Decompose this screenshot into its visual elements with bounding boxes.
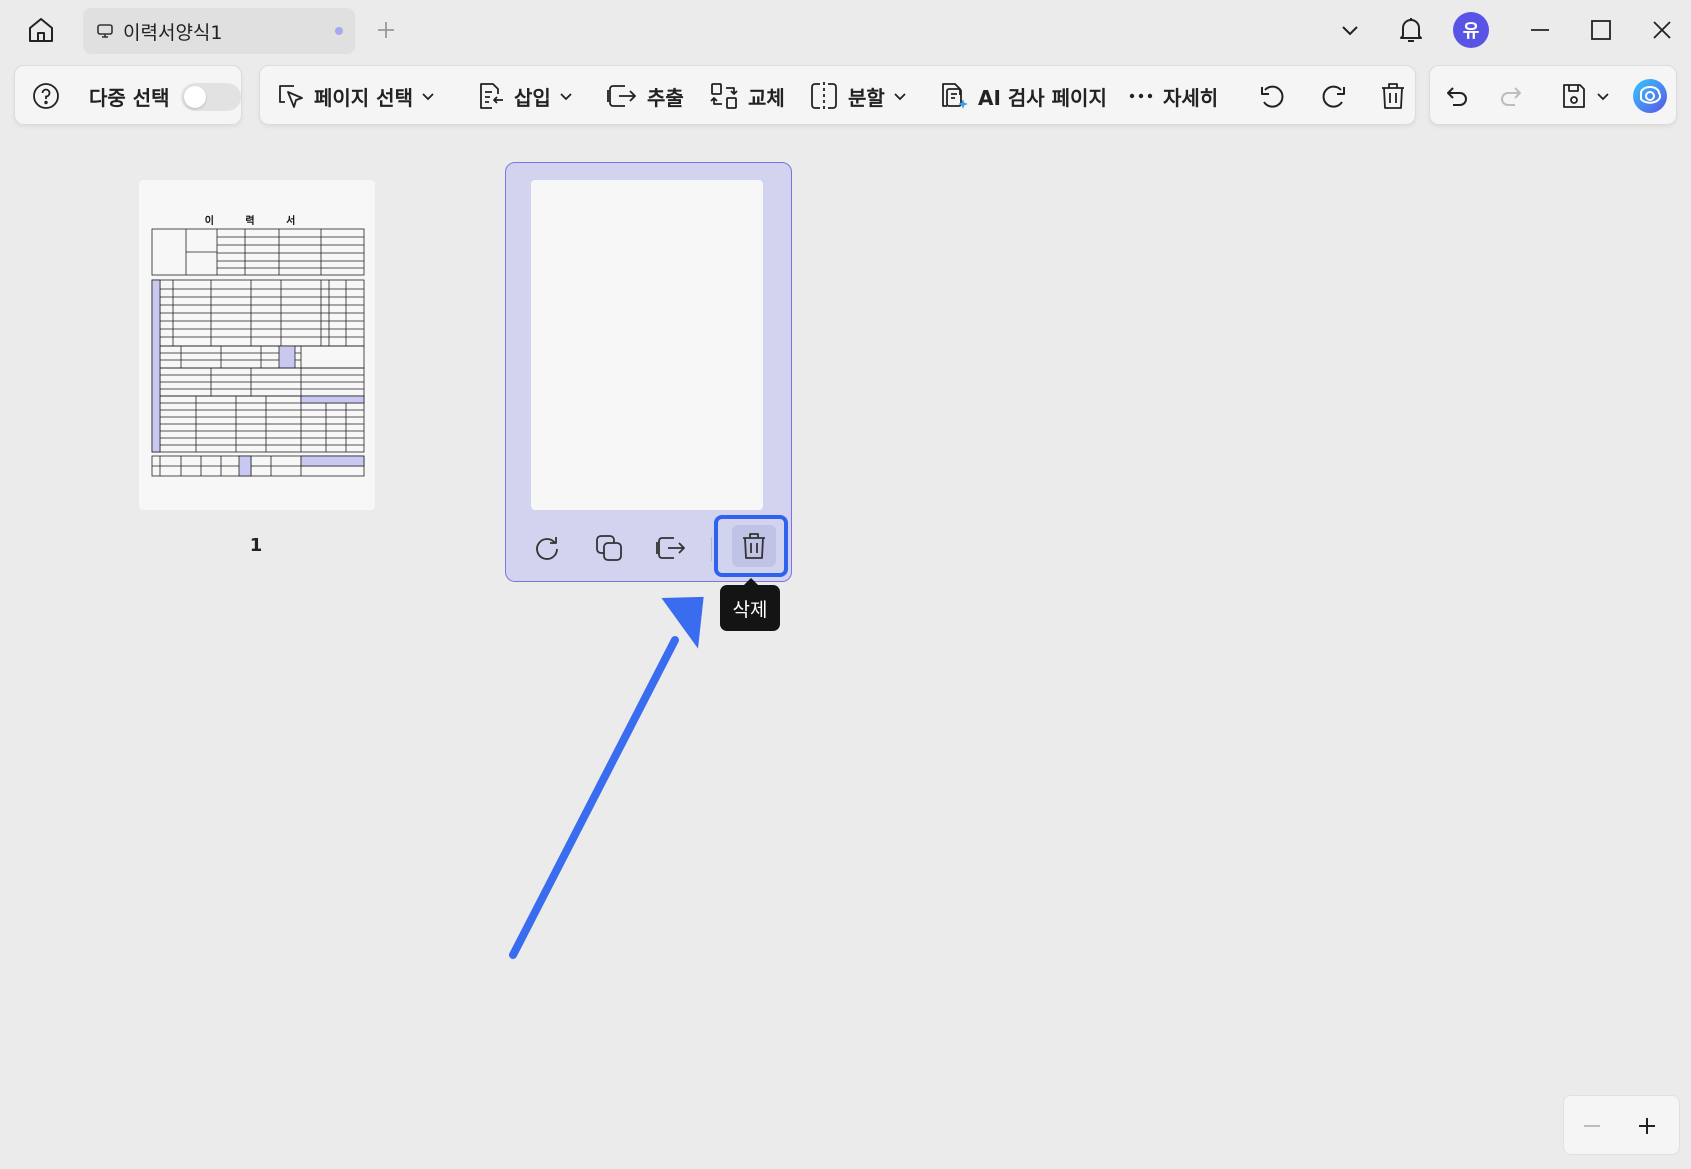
delete-hover-bg	[732, 525, 776, 567]
minimize-icon	[1531, 29, 1549, 31]
replace-button[interactable]: 교체	[708, 66, 785, 126]
unsaved-dot	[335, 27, 343, 35]
save-icon	[1563, 84, 1585, 108]
delete-page-button[interactable]	[714, 515, 788, 577]
chevron-down-icon[interactable]	[1596, 89, 1610, 103]
zoom-out-button[interactable]	[1576, 1110, 1608, 1142]
trash-icon	[1382, 83, 1404, 109]
home-icon	[29, 18, 53, 42]
help-button[interactable]	[31, 66, 61, 126]
delete-page-button[interactable]	[1378, 66, 1408, 126]
new-tab-button[interactable]	[370, 14, 402, 46]
zoom-controls	[1563, 1095, 1680, 1155]
more-label: 자세히	[1163, 85, 1219, 110]
ai-assistant-icon	[1633, 79, 1667, 113]
help-icon	[33, 83, 59, 109]
split-icon	[811, 82, 837, 110]
rotate-right-button[interactable]	[1318, 66, 1350, 126]
ai-assistant-button[interactable]	[1632, 66, 1668, 126]
card-separator	[711, 537, 712, 561]
extract-label: 추출	[647, 85, 684, 110]
delete-tooltip: 삭제	[720, 578, 780, 631]
page-thumbnail-2-selected[interactable]	[505, 162, 792, 582]
tab-list-button[interactable]	[1330, 12, 1370, 48]
rotate-page-button[interactable]	[522, 523, 572, 573]
bell-icon	[1400, 18, 1422, 42]
extract-button[interactable]: 추출	[605, 66, 684, 126]
insert-label: 삽입	[514, 85, 551, 110]
replace-label: 교체	[748, 85, 785, 110]
redo-icon	[1501, 87, 1521, 106]
chevron-down-icon	[560, 93, 572, 101]
tab-title: 이력서양식1	[123, 21, 223, 44]
split-label: 분할	[848, 85, 885, 110]
chevron-down-icon	[1342, 26, 1358, 36]
notification-button[interactable]	[1391, 12, 1431, 48]
toggle-knob	[184, 86, 206, 108]
more-dots-icon	[1129, 93, 1153, 99]
plus-icon	[1639, 1118, 1655, 1134]
close-button[interactable]	[1642, 12, 1682, 48]
page-number-1: 1	[249, 535, 263, 556]
split-button[interactable]: 분할	[808, 66, 907, 126]
monitor-icon	[97, 24, 113, 38]
rotate-left-icon	[1261, 85, 1284, 108]
doc-title: 이 력 서	[204, 216, 310, 227]
maximize-button[interactable]	[1581, 12, 1621, 48]
duplicate-page-button[interactable]	[584, 523, 634, 573]
page-select-label: 페이지 선택	[314, 85, 413, 110]
maximize-icon	[1591, 20, 1611, 40]
copy-icon	[596, 535, 622, 561]
redo-button[interactable]	[1498, 66, 1524, 126]
history-panel	[1429, 65, 1677, 125]
minimize-button[interactable]	[1520, 12, 1560, 48]
blank-page-preview	[531, 180, 763, 510]
cursor-select-icon	[279, 85, 303, 108]
page-tools-panel: 페이지 선택 삽입 추출 교체 분할 AI 검사 페이지 자세히	[259, 65, 1416, 125]
save-button[interactable]	[1560, 66, 1610, 126]
title-bar: 이력서양식1 유	[0, 0, 1691, 60]
user-avatar[interactable]: 유	[1453, 12, 1489, 48]
undo-icon	[1447, 87, 1467, 106]
extract-page-button[interactable]	[646, 523, 696, 573]
document-tab[interactable]: 이력서양식1	[83, 8, 355, 54]
zoom-in-button[interactable]	[1631, 1110, 1663, 1142]
minus-icon	[1584, 1125, 1600, 1127]
undo-button[interactable]	[1444, 66, 1470, 126]
close-icon	[1653, 21, 1671, 39]
rotate-right-icon	[536, 537, 558, 560]
more-button[interactable]: 자세히	[1127, 66, 1218, 126]
home-button[interactable]	[20, 12, 62, 48]
page-thumbnail-1[interactable]: 이 력 서	[139, 180, 375, 510]
extract-icon	[607, 85, 636, 107]
chevron-down-icon	[894, 93, 906, 101]
page-select-button[interactable]: 페이지 선택	[274, 66, 435, 126]
replace-icon	[710, 83, 738, 109]
rotate-left-button[interactable]	[1256, 66, 1288, 126]
insert-button[interactable]: 삽입	[476, 66, 573, 126]
extract-icon	[656, 537, 685, 559]
multi-select-panel: 다중 선택	[14, 65, 242, 125]
rotate-right-icon	[1322, 85, 1345, 108]
multi-select-toggle[interactable]	[181, 83, 241, 111]
ai-page-icon	[942, 83, 968, 109]
plus-icon	[378, 22, 394, 38]
chevron-down-icon	[422, 93, 434, 101]
trash-icon	[743, 533, 765, 559]
insert-page-icon	[480, 83, 503, 109]
ai-check-page-button[interactable]: AI 검사 페이지	[938, 66, 1107, 126]
multi-select-label: 다중 선택	[89, 85, 170, 110]
resume-form-preview	[151, 228, 365, 477]
ai-check-label: AI 검사 페이지	[978, 85, 1107, 110]
